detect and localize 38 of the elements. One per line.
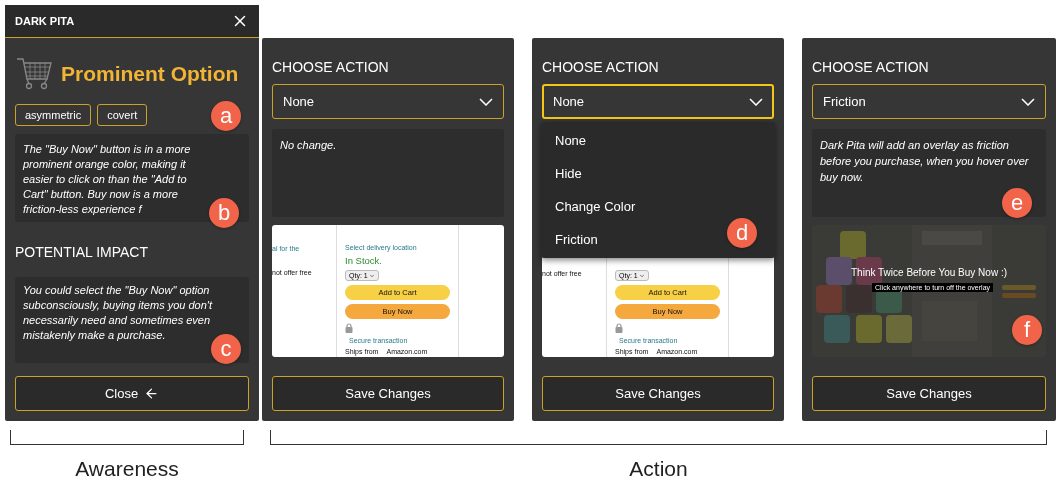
save-button[interactable]: Save Changes — [272, 376, 504, 411]
section-heading: POTENTIAL IMPACT — [15, 244, 149, 260]
tag: covert — [97, 104, 148, 126]
action-select[interactable]: None — [542, 84, 774, 119]
section-heading: CHOOSE ACTION — [542, 59, 660, 75]
section-heading: CHOOSE ACTION — [812, 59, 930, 75]
pattern-description: The "Buy Now" button is in a more prominent orange color, making it easier to click on than the "Add to Cart" button. Buy now is a more friction-less experience f — [23, 142, 192, 217]
callout-marker: a — [211, 101, 241, 131]
menu-option[interactable]: Change Color — [555, 190, 636, 223]
stock-status: In Stock. — [345, 255, 383, 266]
shopping-cart-icon — [15, 56, 53, 92]
chevron-down-icon — [1021, 97, 1035, 106]
group-label: Action — [629, 457, 688, 481]
lock-icon — [345, 323, 353, 333]
section-heading: CHOOSE ACTION — [272, 59, 390, 75]
group-label: Awareness — [75, 457, 179, 481]
action-select[interactable]: None — [272, 84, 504, 119]
menu-option[interactable]: Hide — [555, 157, 582, 190]
menu-option[interactable]: None — [555, 124, 587, 157]
chevron-down-icon — [368, 272, 375, 279]
action-description: Dark Pita will add an overlay as friction before you purchase, when you hover over buy now. — [820, 138, 1030, 185]
callout-marker: b — [209, 198, 239, 228]
app-title: DARK PITA — [15, 15, 75, 27]
overlay-message: Think Twice Before You Buy Now :) — [850, 267, 1008, 278]
chevron-down-icon — [749, 97, 763, 106]
chevron-down-icon — [479, 97, 493, 106]
pattern-title: Prominent Option — [61, 62, 239, 86]
tag: asymmetric — [15, 104, 92, 126]
save-button[interactable]: Save Changes — [542, 376, 774, 411]
save-button[interactable]: Save Changes — [812, 376, 1046, 411]
impact-description: You could select the "Buy Now" option subconsciously, buying items you don't necessarily need and sometimes even mistakenly make a purchase. — [23, 283, 213, 343]
close-button[interactable]: Close — [15, 376, 249, 411]
action-select[interactable]: Friction — [812, 84, 1046, 119]
callout-marker: d — [727, 218, 757, 248]
action-description: No change. — [280, 138, 338, 153]
chevron-down-icon — [638, 272, 645, 279]
menu-option[interactable]: Friction — [555, 223, 598, 256]
lock-icon — [615, 323, 623, 333]
